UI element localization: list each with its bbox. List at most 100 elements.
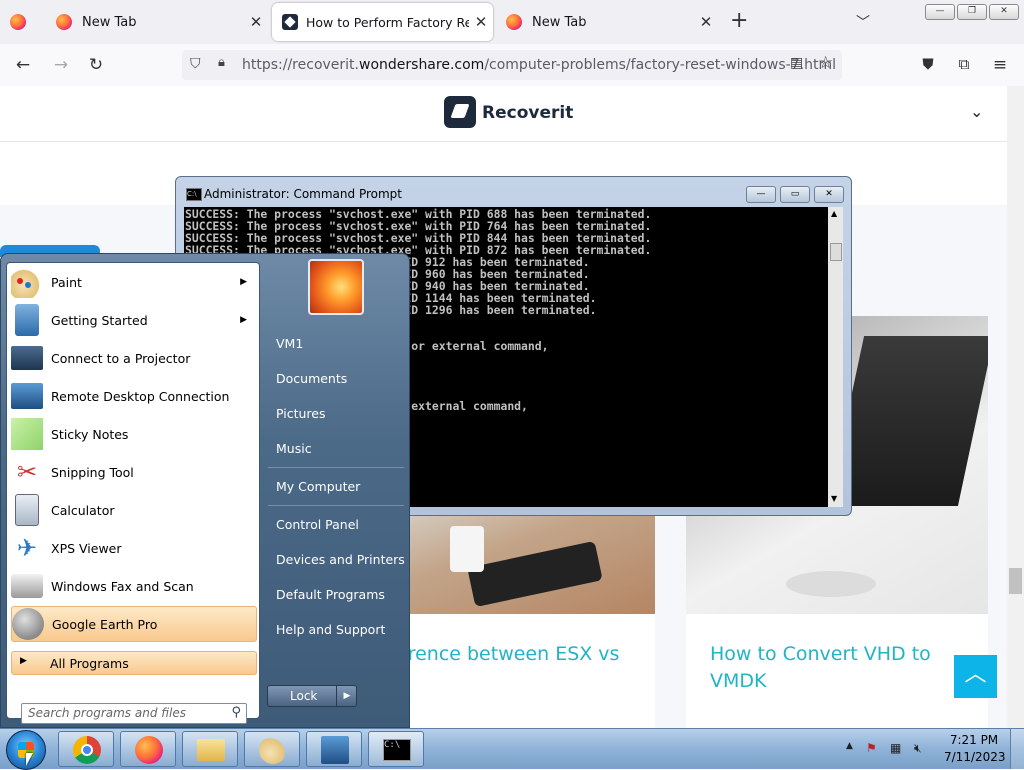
fax-scan-icon — [11, 574, 43, 598]
volume-muted-icon[interactable]: 🔇︎ — [914, 741, 922, 756]
taskbar: C:\ ▲ ⚑ ▦ 🔇︎ 7:21 PM 7/11/2023 — [0, 728, 1024, 770]
url-text[interactable]: https://recoverit.wondershare.com/comput… — [242, 57, 836, 73]
cmd-scrollbar[interactable]: ▲ ▼ — [828, 207, 843, 507]
cmd-close-button[interactable]: ✕ — [814, 186, 844, 203]
list-all-tabs-chevron-icon[interactable]: ﹀ — [856, 12, 870, 32]
tracking-protection-shield-icon[interactable]: ⛉ — [190, 56, 201, 72]
action-center-flag-icon[interactable]: ⚑ — [866, 741, 877, 755]
shutdown-options-arrow-icon[interactable]: ▶ — [336, 686, 357, 706]
close-tab-icon[interactable]: ✕ — [469, 13, 493, 31]
scroll-up-arrow-icon[interactable]: ▲ — [831, 209, 837, 218]
start-item-devices-printers[interactable]: Devices and Printers — [276, 552, 405, 567]
tab-new-tab-2[interactable]: New Tab ✕ — [496, 3, 718, 41]
page-scrollbar[interactable] — [1007, 86, 1024, 728]
program-remote-desktop[interactable]: Remote Desktop Connection — [11, 378, 257, 414]
menu-hamburger-icon[interactable]: ≡ — [989, 55, 1011, 75]
close-tab-icon[interactable]: ✕ — [694, 13, 718, 31]
taskbar-explorer-button[interactable] — [182, 731, 238, 767]
program-calculator[interactable]: Calculator — [11, 492, 257, 528]
tab-new-tab-1[interactable]: New Tab ✕ — [46, 3, 268, 41]
folder-icon — [197, 739, 225, 761]
program-google-earth-pro[interactable]: Google Earth Pro — [11, 606, 257, 642]
article-title-line[interactable]: i — [396, 668, 656, 695]
mouse-cursor-icon — [26, 753, 33, 766]
cmd-maximize-button[interactable]: ▭ — [780, 186, 810, 203]
start-menu-programs-pane: Paint ▶ Getting Started ▶ Connect to a Pro… — [6, 262, 260, 724]
firefox-icon — [10, 14, 26, 30]
search-placeholder: Search programs and files — [28, 706, 186, 720]
reload-icon[interactable]: ↻ — [85, 55, 107, 75]
new-tab-button[interactable]: + — [730, 8, 748, 33]
show-hidden-icons-arrow-icon[interactable]: ▲ — [846, 741, 853, 751]
program-xps-viewer[interactable]: ✈ XPS Viewer — [11, 530, 257, 566]
clock-date: 7/11/2023 — [944, 750, 1006, 764]
article-title[interactable]: erence between ESX vs i — [396, 641, 656, 695]
all-programs-button[interactable]: ▶ All Programs — [11, 651, 257, 675]
scroll-to-top-button[interactable]: ︿ — [954, 655, 997, 698]
cmd-scrollbar-thumb[interactable] — [830, 243, 842, 261]
recoverit-logo-icon[interactable] — [444, 96, 476, 128]
network-icon[interactable]: ▦ — [890, 741, 901, 755]
taskbar-remote-desktop-button[interactable] — [306, 731, 362, 767]
cmd-minimize-button[interactable]: — — [746, 186, 776, 203]
taskbar-clock[interactable]: 7:21 PM 7/11/2023 — [944, 732, 1006, 766]
submenu-arrow-icon[interactable]: ▶ — [240, 315, 247, 325]
start-search-input[interactable]: Search programs and files ⚲ — [21, 703, 247, 724]
taskbar-cmd-button[interactable]: C:\ — [368, 731, 424, 767]
url-bar[interactable]: ⛉ 🔒︎ https://recoverit.wondershare.com/c… — [182, 50, 842, 80]
search-icon[interactable]: ⚲ — [231, 705, 241, 720]
pocket-icon[interactable]: ⛊ — [917, 55, 939, 73]
taskbar-chrome-button[interactable] — [58, 731, 114, 767]
start-item-pictures[interactable]: Pictures — [276, 406, 326, 421]
tab-factory-reset[interactable]: How to Perform Factory Reset o ✕ — [272, 3, 493, 41]
article-title[interactable]: How to Convert VHD to VMDK — [710, 641, 970, 695]
bookmark-star-icon[interactable]: ☆ — [818, 53, 833, 73]
site-menu-chevron-icon[interactable]: ⌄ — [970, 102, 983, 121]
firefox-view-button[interactable] — [8, 12, 28, 32]
lock-button[interactable]: Lock ▶ — [267, 685, 357, 707]
projector-icon — [11, 346, 43, 370]
start-item-help-support[interactable]: Help and Support — [276, 622, 385, 637]
user-picture-avatar[interactable] — [308, 259, 364, 315]
page-scrollbar-thumb[interactable] — [1009, 568, 1022, 594]
program-sticky-notes[interactable]: Sticky Notes — [11, 416, 257, 452]
program-label: Sticky Notes — [51, 426, 129, 442]
show-desktop-button[interactable] — [1010, 729, 1024, 769]
taskbar-paint-button[interactable] — [244, 731, 300, 767]
restore-window-button[interactable]: ❐ — [957, 4, 987, 20]
scroll-down-arrow-icon[interactable]: ▼ — [831, 494, 837, 503]
minimize-window-button[interactable]: — — [925, 4, 955, 20]
chrome-icon — [73, 736, 101, 764]
taskbar-firefox-button[interactable] — [120, 731, 176, 767]
program-snipping-tool[interactable]: ✂ Snipping Tool — [11, 454, 257, 490]
program-getting-started[interactable]: Getting Started ▶ — [11, 302, 257, 338]
article-title-line[interactable]: VMDK — [710, 668, 970, 695]
start-item-documents[interactable]: Documents — [276, 371, 347, 386]
start-item-default-programs[interactable]: Default Programs — [276, 587, 385, 602]
site-logo-text[interactable]: Recoverit — [482, 103, 573, 123]
start-item-user[interactable]: VM1 — [276, 336, 303, 351]
lock-icon[interactable]: 🔒︎ — [218, 55, 225, 70]
paint-icon — [259, 736, 287, 764]
back-arrow-icon[interactable]: ← — [12, 55, 34, 75]
start-item-music[interactable]: Music — [276, 441, 312, 456]
article-title-line[interactable]: erence between ESX vs — [396, 641, 656, 668]
forward-arrow-icon[interactable]: → — [50, 55, 72, 75]
program-label: Google Earth Pro — [52, 616, 158, 632]
chevron-up-icon: ︿ — [964, 662, 987, 687]
scissors-icon: ✂ — [16, 458, 38, 486]
submenu-arrow-icon[interactable]: ▶ — [240, 277, 247, 287]
program-paint[interactable]: Paint ▶ — [11, 264, 257, 300]
program-connect-projector[interactable]: Connect to a Projector — [11, 340, 257, 376]
reader-view-icon[interactable]: ▤ — [790, 55, 803, 71]
extensions-icon[interactable]: ⧉ — [953, 55, 975, 73]
start-item-control-panel[interactable]: Control Panel — [276, 517, 359, 532]
close-tab-icon[interactable]: ✕ — [244, 13, 268, 31]
start-item-my-computer[interactable]: My Computer — [276, 479, 360, 494]
close-window-button[interactable]: ✕ — [989, 4, 1019, 20]
cmd-icon: C:\ — [383, 739, 411, 761]
program-label: Remote Desktop Connection — [51, 388, 230, 404]
article-title-line[interactable]: How to Convert VHD to — [710, 641, 970, 668]
cmd-icon: C:\ — [186, 188, 202, 201]
program-fax-scan[interactable]: Windows Fax and Scan — [11, 568, 257, 604]
